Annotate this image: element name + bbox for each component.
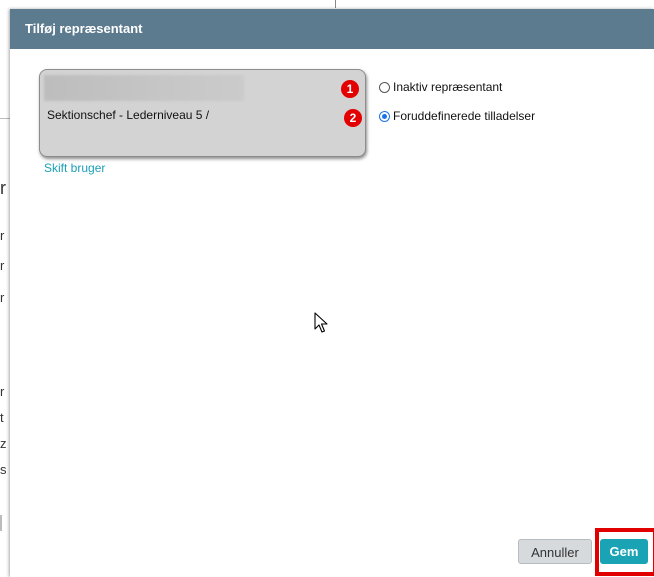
background-text: t [0, 410, 4, 425]
background-text: z [0, 436, 7, 451]
option-inactive-representative[interactable]: Inaktiv repræsentant [379, 80, 502, 94]
page: r r r r r t z s Tilføj repræsentant Sekt… [0, 0, 654, 577]
add-representative-dialog: Tilføj repræsentant Sektionschef - Leder… [10, 9, 654, 577]
step-badge: 2 [344, 109, 362, 127]
background-divider [0, 515, 2, 531]
dialog-title: Tilføj repræsentant [25, 21, 143, 36]
background-divider [335, 0, 336, 8]
user-role: Sektionschef - Lederniveau 5 / [47, 108, 210, 122]
cancel-button[interactable]: Annuller [518, 539, 592, 564]
option-predefined-permissions[interactable]: Foruddefinerede tilladelser [379, 109, 535, 123]
save-button[interactable]: Gem [600, 539, 648, 564]
step-badge: 1 [341, 80, 359, 98]
option-label: Inaktiv repræsentant [393, 80, 503, 94]
background-text: r [0, 228, 5, 243]
radio-inactive-representative[interactable] [379, 81, 390, 93]
radio-predefined-permissions[interactable] [379, 110, 390, 122]
background-text: r [0, 384, 5, 399]
dialog-header: Tilføj repræsentant [10, 9, 654, 49]
background-text: r [0, 290, 5, 305]
option-label: Foruddefinerede tilladelser [393, 109, 536, 123]
background-text: r [0, 178, 6, 198]
background-text: s [0, 462, 7, 477]
user-name-redacted [44, 75, 244, 101]
user-card: Sektionschef - Lederniveau 5 / [39, 69, 366, 157]
background-text: r [0, 258, 5, 273]
mouse-pointer-icon [314, 312, 328, 333]
switch-user-link[interactable]: Skift bruger [44, 161, 105, 175]
